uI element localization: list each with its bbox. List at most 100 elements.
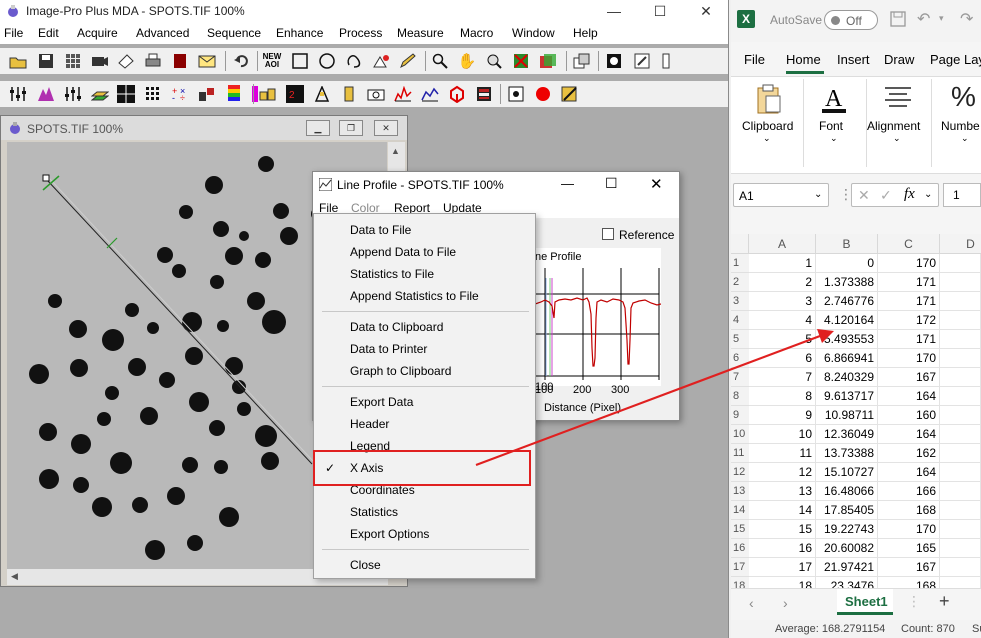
undo-dropdown-icon[interactable]: ▾ xyxy=(939,13,944,24)
cancel-icon[interactable]: ✕ xyxy=(858,187,870,204)
clipboard-group[interactable]: Clipboard ⌄ xyxy=(742,79,794,169)
cell-b[interactable]: 8.240329 xyxy=(816,368,878,387)
reference-checkbox[interactable] xyxy=(602,228,614,240)
cell-b[interactable]: 12.36049 xyxy=(816,425,878,444)
menu-item-close[interactable]: Close xyxy=(350,558,381,572)
delete-image-icon[interactable] xyxy=(511,51,531,71)
cell-a[interactable]: 14 xyxy=(749,501,816,520)
cell-b[interactable]: 17.85405 xyxy=(816,501,878,520)
acquire-icon[interactable] xyxy=(116,51,136,71)
book-icon[interactable] xyxy=(170,51,190,71)
cell-c[interactable]: 168 xyxy=(878,577,940,588)
worksheet-grid[interactable]: A B C D 1 1 0 170 2 2 1.373388 171 3 3 2.746776 171… xyxy=(731,234,981,588)
cell-a[interactable]: 3 xyxy=(749,292,816,311)
close-button[interactable]: ✕ xyxy=(683,0,728,22)
cell-a[interactable]: 7 xyxy=(749,368,816,387)
function-icon[interactable]: fx xyxy=(904,186,915,203)
scroll-up-arrow[interactable]: ▲ xyxy=(391,146,400,156)
cell-c[interactable]: 164 xyxy=(878,425,940,444)
cell-c[interactable]: 162 xyxy=(878,444,940,463)
cell-c[interactable]: 160 xyxy=(878,406,940,425)
row-header[interactable]: 17 xyxy=(731,558,749,577)
menu-window[interactable]: Window xyxy=(512,26,555,40)
column-header-b[interactable]: B xyxy=(816,234,878,254)
cube-icon[interactable] xyxy=(447,84,467,104)
row-header[interactable]: 11 xyxy=(731,444,749,463)
redo-icon[interactable]: ↷ xyxy=(960,9,973,29)
cell-b[interactable]: 23.3476 xyxy=(816,577,878,588)
spots-minimize-button[interactable]: ▁ xyxy=(306,120,330,136)
ellipse-tool-icon[interactable] xyxy=(317,51,337,71)
cell-b[interactable]: 15.10727 xyxy=(816,463,878,482)
menu-item-statistics-to-file[interactable]: Statistics to File xyxy=(350,267,434,281)
menu-sequence[interactable]: Sequence xyxy=(207,26,261,40)
menu-measure[interactable]: Measure xyxy=(397,26,444,40)
save-icon[interactable] xyxy=(890,10,906,28)
row-header[interactable]: 14 xyxy=(731,501,749,520)
zoom-fit-icon[interactable] xyxy=(484,51,504,71)
column-header-c[interactable]: C xyxy=(878,234,940,254)
cell-c[interactable]: 165 xyxy=(878,539,940,558)
print-icon[interactable] xyxy=(143,51,163,71)
lp-maximize-button[interactable]: ☐ xyxy=(605,175,618,192)
cell-a[interactable]: 12 xyxy=(749,463,816,482)
dot-grid-icon[interactable] xyxy=(143,84,163,104)
sliders-icon[interactable] xyxy=(8,84,28,104)
rectangle-tool-icon[interactable] xyxy=(290,51,310,71)
cell-a[interactable]: 10 xyxy=(749,425,816,444)
tab-page-layout[interactable]: Page Lay xyxy=(930,52,981,67)
line-profile-icon[interactable] xyxy=(393,84,413,104)
spots-close-button[interactable]: ✕ xyxy=(374,120,398,136)
histogram-icon[interactable] xyxy=(36,84,56,104)
cell-b[interactable]: 21.97421 xyxy=(816,558,878,577)
row-header[interactable]: 8 xyxy=(731,387,749,406)
cell-b[interactable]: 19.22743 xyxy=(816,520,878,539)
menu-item-graph-to-clipboard[interactable]: Graph to Clipboard xyxy=(350,364,451,378)
cell-c[interactable]: 168 xyxy=(878,501,940,520)
menu-advanced[interactable]: Advanced xyxy=(136,26,189,40)
row-header[interactable]: 18 xyxy=(731,577,749,588)
grid-icon[interactable] xyxy=(63,51,83,71)
cell-d[interactable] xyxy=(940,330,981,349)
cell-c[interactable]: 170 xyxy=(878,349,940,368)
cell-c[interactable]: 166 xyxy=(878,482,940,501)
cell-d[interactable] xyxy=(940,254,981,273)
sheet-tab-sheet1[interactable]: Sheet1 xyxy=(837,589,893,615)
row-header[interactable]: 10 xyxy=(731,425,749,444)
row-header[interactable]: 12 xyxy=(731,463,749,482)
cell-d[interactable] xyxy=(940,558,981,577)
tab-home[interactable]: Home xyxy=(786,52,821,67)
autosave-toggle[interactable]: Off xyxy=(824,10,878,30)
windows-stack-icon[interactable] xyxy=(572,51,592,71)
cell-b[interactable]: 4.120164 xyxy=(816,311,878,330)
cell-c[interactable]: 170 xyxy=(878,254,940,273)
column-header-a[interactable]: A xyxy=(749,234,816,254)
font-group[interactable]: A Font ⌄ xyxy=(817,79,861,169)
measure-icon[interactable]: 2 xyxy=(285,84,305,104)
menu-edit[interactable]: Edit xyxy=(38,26,59,40)
cell-d[interactable] xyxy=(940,425,981,444)
enter-icon[interactable]: ✓ xyxy=(880,187,892,204)
row-header[interactable]: 6 xyxy=(731,349,749,368)
alignment-group[interactable]: Alignment ⌄ xyxy=(867,79,927,169)
lp-minimize-button[interactable]: — xyxy=(561,176,574,191)
menu-file[interactable]: File xyxy=(4,26,23,40)
snapshot-icon[interactable] xyxy=(366,84,386,104)
math-ops-icon[interactable]: + × - ÷ xyxy=(170,84,190,104)
cell-c[interactable]: 171 xyxy=(878,330,940,349)
cell-b[interactable]: 0 xyxy=(816,254,878,273)
cell-a[interactable]: 1 xyxy=(749,254,816,273)
cell-b[interactable]: 1.373388 xyxy=(816,273,878,292)
tab-draw[interactable]: Draw xyxy=(884,52,914,67)
menu-acquire[interactable]: Acquire xyxy=(77,26,118,40)
save-icon[interactable] xyxy=(36,51,56,71)
cell-d[interactable] xyxy=(940,577,981,588)
tool-extra-icon[interactable] xyxy=(656,51,676,71)
column-header-d[interactable]: D xyxy=(940,234,981,254)
row-header[interactable]: 5 xyxy=(731,330,749,349)
cell-c[interactable]: 164 xyxy=(878,463,940,482)
minimize-button[interactable]: — xyxy=(591,0,637,22)
cell-a[interactable]: 2 xyxy=(749,273,816,292)
cell-a[interactable]: 11 xyxy=(749,444,816,463)
cell-d[interactable] xyxy=(940,539,981,558)
